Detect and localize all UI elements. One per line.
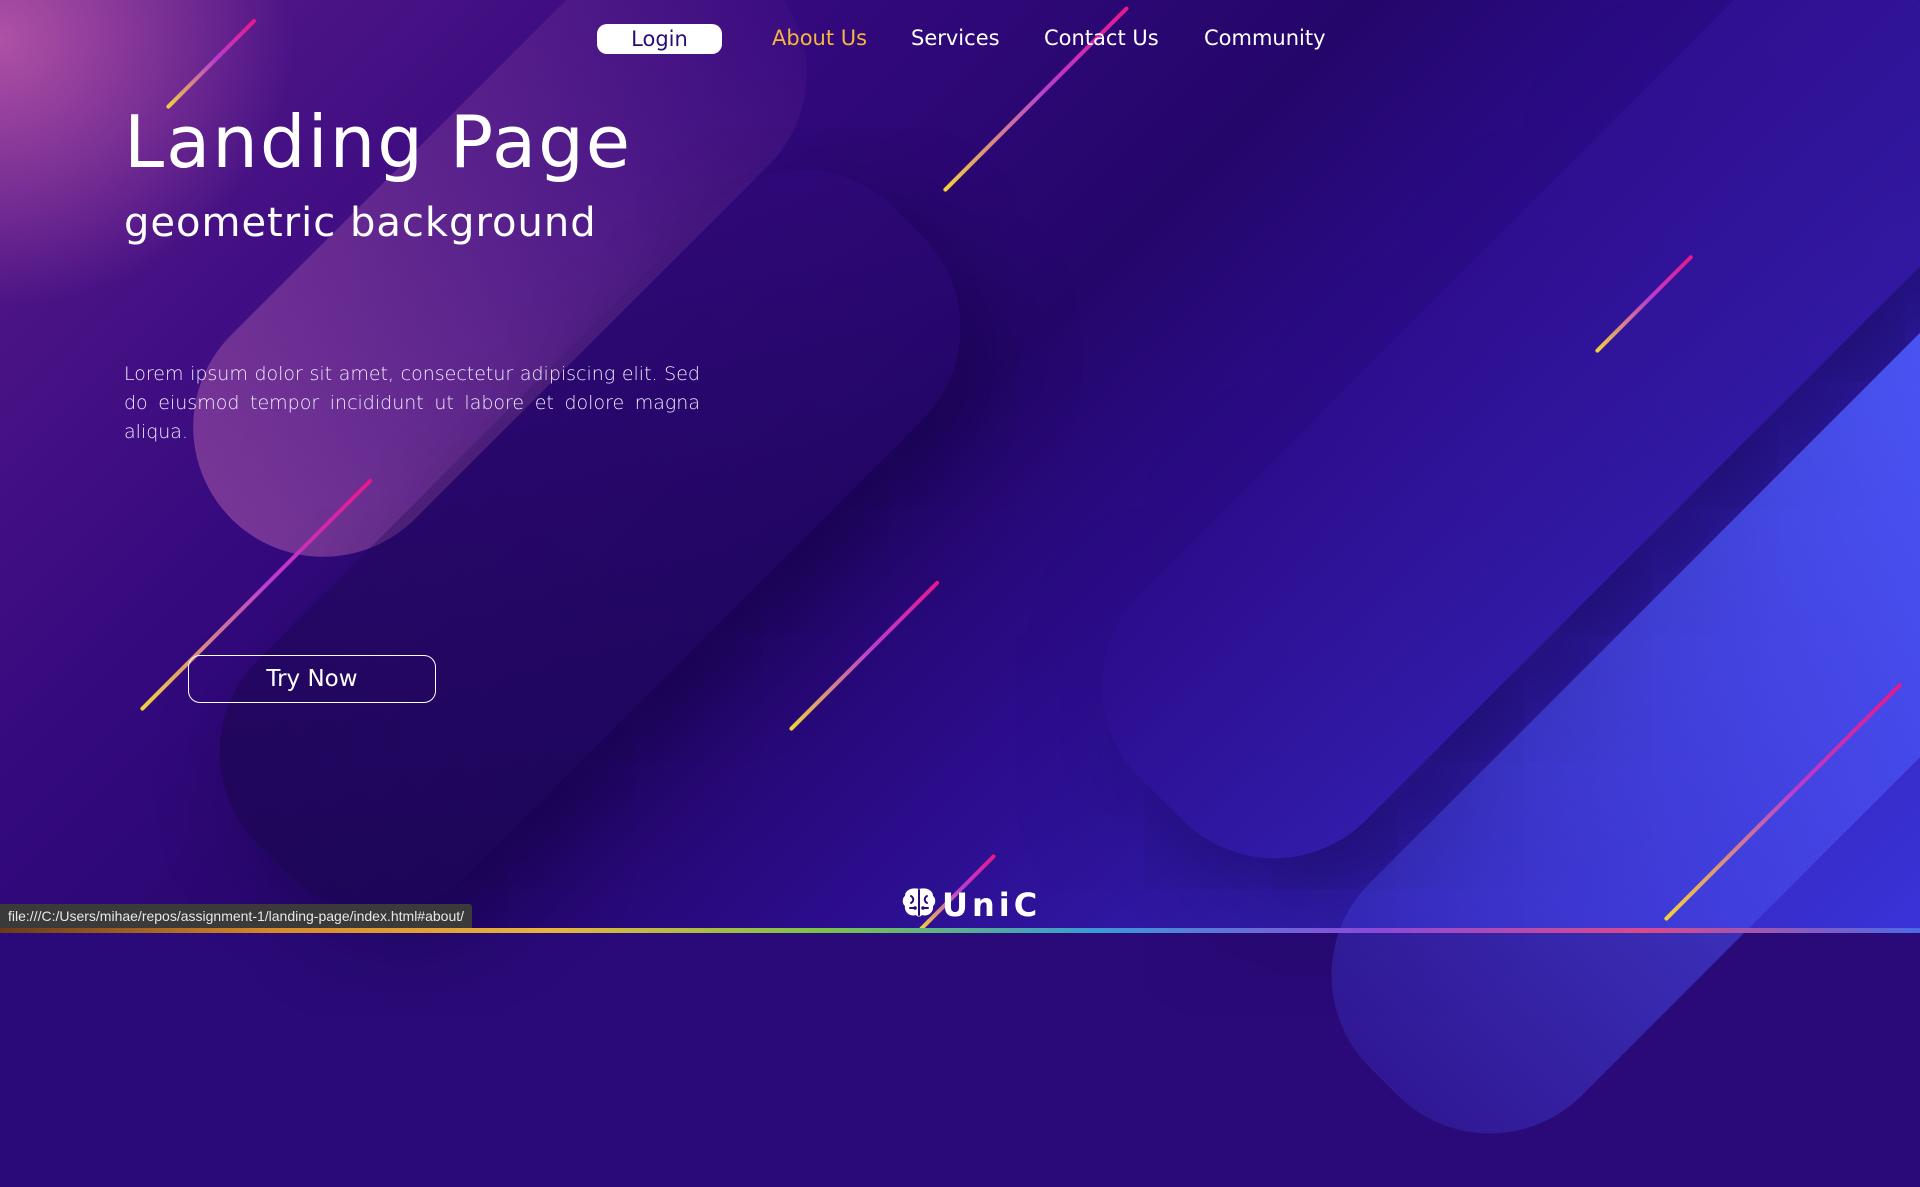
bottom-color-strip (0, 928, 1920, 933)
page-subtitle: geometric background (124, 200, 597, 246)
nav-link-contact-us[interactable]: Contact Us (1044, 26, 1159, 50)
browser-status-bar: file:///C:/Users/mihae/repos/assignment-… (0, 904, 473, 928)
page-title: Landing Page (124, 100, 633, 184)
login-button[interactable]: Login (597, 24, 722, 54)
hero-description: Lorem ipsum dolor sit amet, consectetur … (124, 363, 700, 443)
nav-link-about-us[interactable]: About Us (772, 26, 867, 50)
nav-link-services[interactable]: Services (911, 26, 1000, 50)
try-now-button[interactable]: Try Now (188, 655, 436, 703)
brain-icon (900, 886, 938, 925)
status-url: file:///C:/Users/mihae/repos/assignment-… (8, 908, 465, 924)
brand-logo[interactable]: UniC (900, 885, 1041, 925)
top-navigation: Login About Us Services Contact Us Commu… (0, 24, 1920, 54)
brand-name: UniC (942, 886, 1042, 924)
nav-link-community[interactable]: Community (1204, 26, 1326, 50)
